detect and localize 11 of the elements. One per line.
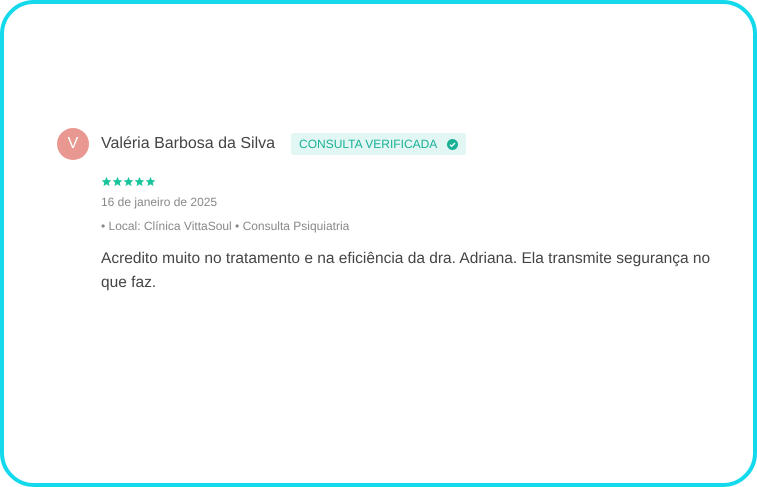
star-icon xyxy=(112,176,123,187)
avatar: V xyxy=(57,128,89,160)
review-date: 16 de janeiro de 2025 xyxy=(101,195,218,209)
star-icon xyxy=(101,176,112,187)
review-text: Acredito muito no tratamento e na eficiência da dra. Adriana. Ela transmite segurança no que faz. xyxy=(101,249,712,293)
star-icon xyxy=(123,176,134,187)
star-icon xyxy=(145,176,156,187)
verified-badge: CONSULTA VERIFICADA xyxy=(291,133,466,155)
author-name: Valéria Barbosa da Silva xyxy=(101,135,276,153)
star-icon xyxy=(134,176,145,187)
review-location: • Local: Clínica VittaSoul • Consulta Psiquiatria xyxy=(101,219,350,233)
